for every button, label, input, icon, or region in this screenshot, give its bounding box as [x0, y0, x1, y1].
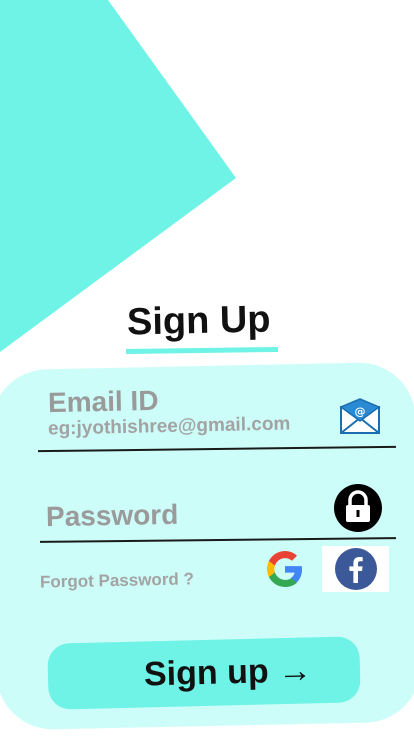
- lock-icon: [334, 484, 382, 532]
- email-field-label[interactable]: Email ID: [48, 385, 159, 419]
- svg-text:@: @: [355, 405, 366, 418]
- sign-up-button[interactable]: Sign up →: [47, 636, 361, 710]
- facebook-icon[interactable]: [334, 547, 378, 591]
- sign-up-button-label: Sign up →: [143, 650, 313, 693]
- page-title: Sign Up: [126, 298, 271, 344]
- forgot-password-link[interactable]: Forgot Password ?: [40, 569, 194, 592]
- email-icon: @: [339, 398, 381, 434]
- google-icon[interactable]: [264, 548, 306, 590]
- password-field[interactable]: Password: [46, 499, 179, 533]
